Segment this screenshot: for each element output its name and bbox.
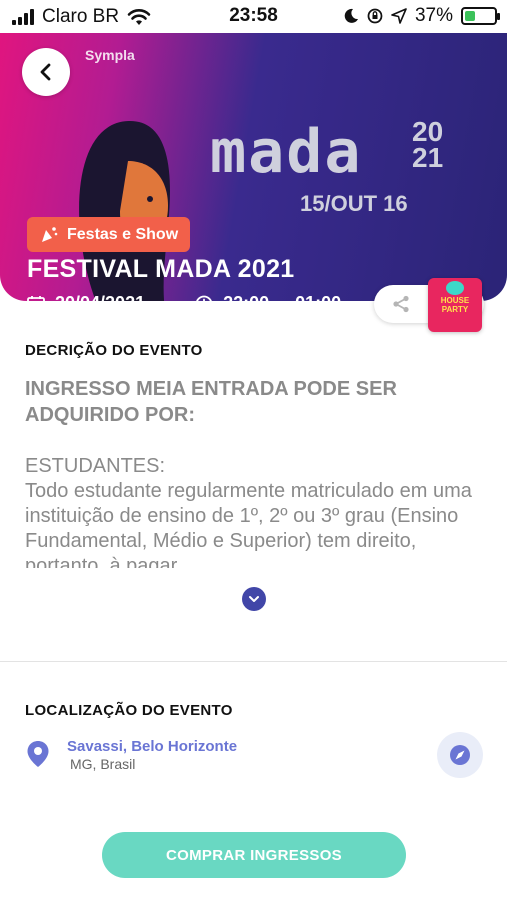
brand-logo: Sympla <box>85 47 135 63</box>
location-arrow-icon <box>391 8 407 24</box>
share-icon <box>393 295 409 313</box>
festival-logo: mada <box>210 117 363 187</box>
festival-logo-dates: 15/OUT 16 <box>300 191 408 216</box>
location-name[interactable]: Savassi, Belo Horizonte <box>67 738 237 755</box>
location-region: MG, Brasil <box>70 756 136 772</box>
festival-logo-year: 2021 <box>412 116 444 173</box>
calendar-icon <box>27 295 45 301</box>
chevron-left-icon <box>40 63 51 81</box>
compass-icon <box>450 745 470 765</box>
battery-percent: 37% <box>414 5 453 26</box>
battery-icon <box>461 7 500 25</box>
buy-tickets-button[interactable]: COMPRAR INGRESSOS <box>102 832 406 878</box>
category-tag: Festas e Show <box>27 217 191 252</box>
navigate-button[interactable] <box>437 732 483 778</box>
status-bar: Claro BR 23:58 37% <box>0 0 507 33</box>
thumbnail-text: HOUSE PARTY <box>440 296 470 314</box>
event-title: FESTIVAL MADA 2021 <box>27 255 295 283</box>
category-tag-label: Festas e Show <box>67 225 179 243</box>
party-icon <box>42 226 58 242</box>
description-body: ESTUDANTES: Todo estudante regularmente … <box>25 455 472 568</box>
description-title: DECRIÇÃO DO EVENTO <box>25 342 203 359</box>
thumbnail-disc <box>446 281 464 295</box>
map-pin-icon <box>27 741 49 767</box>
section-divider <box>0 661 507 662</box>
event-meta: 20/04/2021 22:00 - 01:00 <box>27 293 341 301</box>
event-time-value: 22:00 - 01:00 <box>223 293 341 301</box>
event-date-value: 20/04/2021 <box>55 293 145 301</box>
status-right: 37% <box>343 5 500 27</box>
clock-icon <box>196 295 213 301</box>
back-button[interactable] <box>22 48 70 96</box>
event-time: 22:00 - 01:00 <box>195 293 341 301</box>
chevron-down-icon <box>249 596 259 602</box>
location-title: LOCALIZAÇÃO DO EVENTO <box>25 702 233 719</box>
orientation-lock-icon <box>367 8 383 24</box>
expand-description-button[interactable] <box>242 587 266 611</box>
description-heading: INGRESSO MEIA ENTRADA PODE SER ADQUIRIDO… <box>25 378 397 426</box>
event-date: 20/04/2021 <box>27 293 145 301</box>
moon-icon <box>344 8 358 23</box>
event-banner: Sympla mada 2021 15/OUT 16 Festas e Show… <box>0 33 507 301</box>
event-thumbnail[interactable]: HOUSE PARTY <box>428 278 482 332</box>
